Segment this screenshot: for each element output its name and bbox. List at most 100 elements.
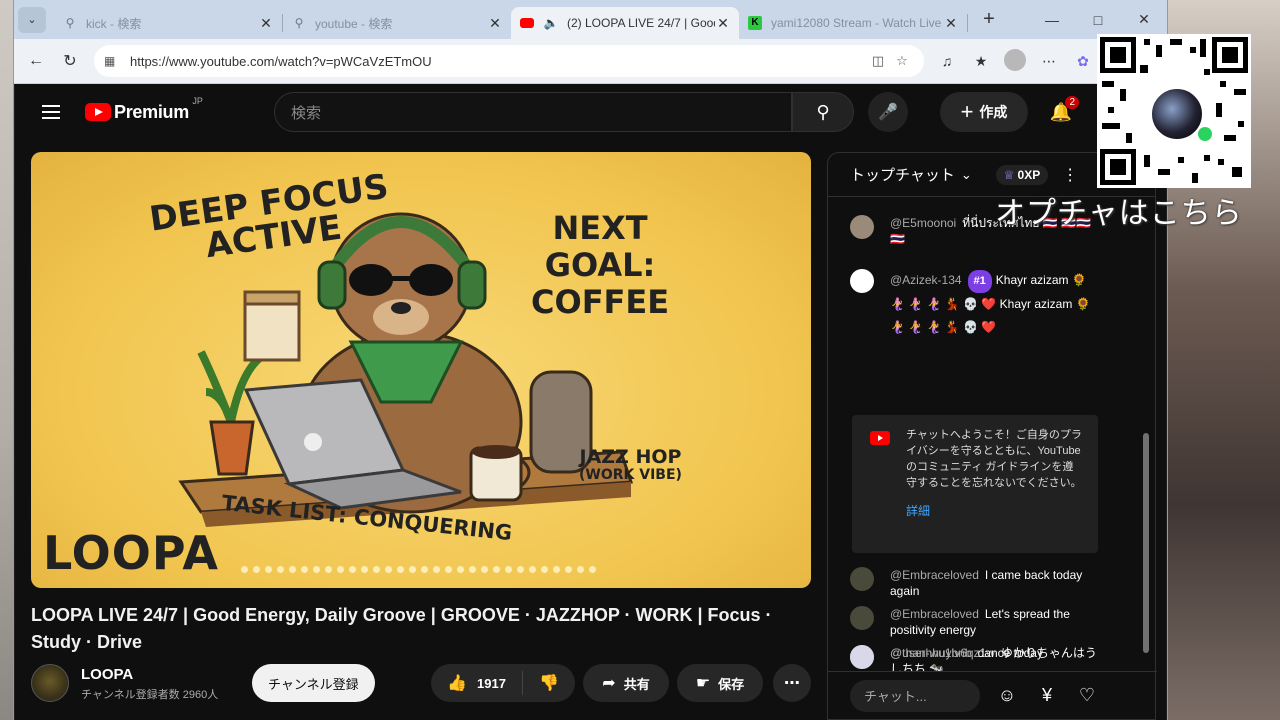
favorites-icon[interactable]: ★: [964, 53, 998, 70]
chat-author: @Embraceloved: [890, 568, 979, 582]
site-info-icon[interactable]: ▦: [104, 54, 122, 68]
close-icon[interactable]: ✕: [258, 15, 274, 32]
search-button[interactable]: ⚲: [792, 92, 854, 132]
toolbar-icons: ♫ ★ ⋯ ✿: [930, 48, 1100, 74]
save-button[interactable]: ☛ 保存: [677, 664, 763, 702]
subscriber-count: チャンネル登録者数 2960人: [81, 689, 219, 701]
art-brand: LOOPA: [43, 526, 219, 580]
xp-badge[interactable]: ♕ 0XP: [995, 164, 1049, 185]
notice-text: チャットへようこそ！ご自身のプライバシーを守るとともに、YouTube のコミュ…: [906, 429, 1082, 489]
profile-avatar[interactable]: [998, 48, 1032, 74]
chat-message[interactable]: @Embraceloved Let's spread the positivity…: [850, 606, 1100, 638]
thumbs-up-icon: 👍: [447, 675, 467, 692]
notifications-button[interactable]: 🔔 2: [1043, 94, 1079, 130]
tab-title: kick - 検索: [86, 16, 142, 31]
like-count: 1917: [477, 675, 506, 691]
voice-search-button[interactable]: 🎤: [868, 92, 908, 132]
close-icon[interactable]: ✕: [943, 15, 959, 32]
video-player[interactable]: DEEP FOCUS ACTIVE NEXT GOAL: COFFEE JAZZ…: [31, 152, 811, 588]
tab-list-button[interactable]: ⌄: [18, 6, 46, 33]
url-field[interactable]: ▦ https://www.youtube.com/watch?v=pWCaVz…: [94, 45, 924, 77]
chevron-down-icon: ⌄: [27, 14, 37, 26]
background-left: [0, 0, 14, 720]
art-next-goal: NEXT GOAL: COFFEE: [531, 210, 669, 320]
search-icon: ⚲: [65, 16, 75, 30]
microphone-icon: 🎤: [878, 104, 898, 121]
minimize-icon[interactable]: —: [1029, 0, 1075, 39]
close-icon[interactable]: ✕: [487, 15, 503, 32]
logo-region: JP: [192, 95, 203, 106]
new-tab-button[interactable]: +: [974, 8, 1004, 31]
menu-icon[interactable]: [31, 92, 71, 132]
chat-message[interactable]: @Embraceloved I came back today again: [850, 567, 1100, 599]
dislike-button[interactable]: 👎: [523, 673, 575, 693]
super-chat-icon[interactable]: ¥: [1034, 683, 1060, 709]
favorite-star-icon[interactable]: ☆: [890, 53, 914, 69]
avatar: [850, 606, 874, 630]
xp-value: 0XP: [1017, 167, 1041, 182]
chat-mode-dropdown[interactable]: トップチャット: [850, 164, 955, 185]
tab-loopa-live[interactable]: 🔈 (2) LOOPA LIVE 24/7 | Good E ✕: [511, 7, 739, 39]
copilot-icon[interactable]: ✿: [1066, 53, 1100, 70]
channel-name[interactable]: LOOPA: [81, 666, 133, 683]
chat-message[interactable]: @Azizek-134 #1 Khayr azizam 🌻 🧜‍♀️ 🧜‍♀️ 🧜‍…: [850, 269, 1100, 339]
youtube-logo[interactable]: Premium JP: [85, 96, 203, 123]
speaker-icon[interactable]: 🔈: [543, 15, 559, 31]
like-button[interactable]: 👍 1917: [431, 671, 523, 695]
chat-scrollbar[interactable]: [1143, 433, 1149, 653]
notification-badge: 2: [1065, 96, 1079, 109]
art-jazz-hop: JAZZ HOP (WORK VIBE): [579, 446, 682, 483]
search-icon: ⚲: [816, 101, 830, 122]
crown-icon: ♕: [1003, 167, 1015, 182]
like-dislike-group: 👍 1917 👎: [431, 664, 575, 702]
bookmark-icon: ☛: [695, 675, 711, 692]
chat-author: @E5moonoi: [890, 216, 957, 230]
chevron-down-icon[interactable]: ⌄: [961, 167, 972, 183]
subscribe-button[interactable]: チャンネル登録: [252, 664, 375, 702]
chat-message[interactable]: @thanhhuybnb dance today: [850, 645, 1100, 669]
more-menu-icon[interactable]: ⋯: [1032, 53, 1066, 70]
more-actions-button[interactable]: ⋯: [773, 664, 811, 702]
plus-icon: +: [960, 99, 974, 124]
tab-kick-search[interactable]: ⚲ kick - 検索 ✕: [54, 7, 282, 39]
tab-separator: [967, 14, 968, 32]
share-button[interactable]: ➦ 共有: [583, 664, 669, 702]
close-icon[interactable]: ✕: [715, 15, 731, 32]
chat-input[interactable]: チャット...: [850, 679, 980, 712]
tab-bar: ⌄ ⚲ kick - 検索 ✕ ⚲ youtube - 検索 ✕ 🔈 (2) L…: [14, 0, 1167, 39]
rank-badge: #1: [967, 270, 992, 293]
tab-youtube-search[interactable]: ⚲ youtube - 検索 ✕: [283, 7, 511, 39]
chat-messages: @E5moonoi ที่นี่ประเทศไทย 🇹🇭 🇹🇭🇹🇭🇹🇭 @Aziz…: [828, 197, 1128, 671]
url-text: https://www.youtube.com/watch?v=pWCaVzET…: [130, 53, 432, 69]
chat-text: dance today: [977, 646, 1043, 660]
kick-icon: K: [747, 15, 763, 31]
media-control-icon[interactable]: ♫: [930, 53, 964, 69]
tab-kick-stream[interactable]: K yami12080 Stream - Watch Live o ✕: [739, 7, 967, 39]
search-input[interactable]: 検索: [274, 92, 792, 132]
chat-welcome-notice: チャットへようこそ！ご自身のプライバシーを守るとともに、YouTube のコミュ…: [852, 415, 1098, 553]
art-next-line-3: COFFEE: [531, 282, 670, 321]
emoji-icon[interactable]: ☺: [994, 683, 1020, 709]
save-label: 保存: [718, 676, 745, 692]
overlay-caption: オプチャはこちら: [995, 197, 1243, 230]
create-button[interactable]: + 作成: [940, 92, 1028, 132]
thumbs-down-icon: 👎: [539, 675, 559, 692]
avatar: [850, 269, 874, 293]
youtube-icon: [519, 15, 535, 31]
tab-title: yami12080 Stream - Watch Live o: [771, 16, 943, 30]
back-button[interactable]: ←: [22, 47, 50, 75]
refresh-button[interactable]: ↻: [56, 47, 84, 75]
art-jazz-sub: (WORK VIBE): [579, 466, 682, 483]
app-available-icon[interactable]: ◫: [866, 53, 890, 69]
channel-row: LOOPA チャンネル登録者数 2960人 チャンネル登録 👍 1917 👎 ➦…: [31, 662, 811, 706]
youtube-play-icon: [85, 103, 111, 121]
tab-title: youtube - 検索: [315, 16, 393, 31]
heart-icon[interactable]: ♡: [1074, 683, 1100, 709]
notice-more-link[interactable]: 詳細: [906, 503, 1084, 519]
youtube-icon: [870, 431, 890, 445]
art-jazz-line: JAZZ HOP: [579, 446, 682, 468]
chat-options-icon[interactable]: ⋮: [1062, 165, 1078, 185]
channel-avatar[interactable]: [31, 664, 69, 702]
chat-input-row: チャット... ☺ ¥ ♡: [828, 671, 1157, 719]
share-icon: ➦: [602, 675, 616, 692]
